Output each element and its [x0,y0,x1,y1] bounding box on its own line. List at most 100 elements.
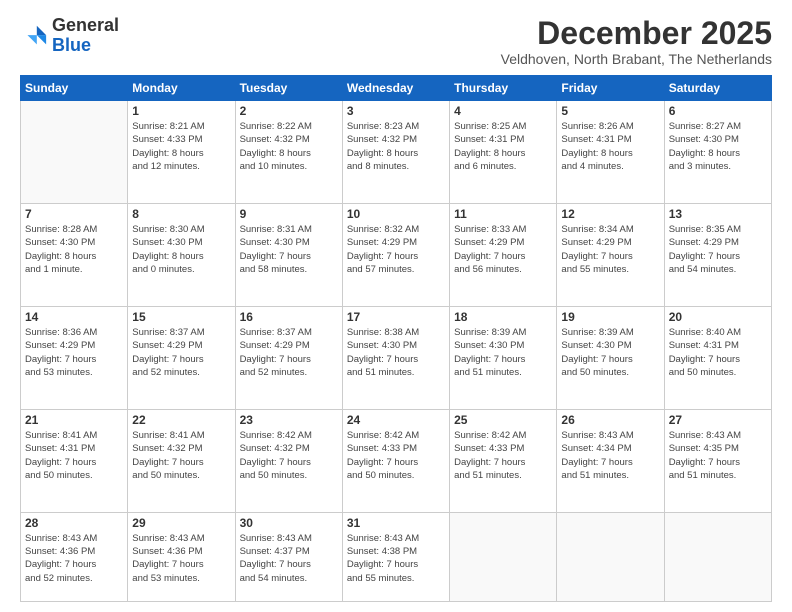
day-info: Sunrise: 8:30 AMSunset: 4:30 PMDaylight:… [132,223,230,276]
title-block: December 2025 Veldhoven, North Brabant, … [501,16,772,67]
day-cell: 22 Sunrise: 8:41 AMSunset: 4:32 PMDayligh… [128,409,235,512]
day-cell [21,101,128,204]
day-cell [557,512,664,601]
logo: General Blue [20,16,119,56]
day-cell: 30 Sunrise: 8:43 AMSunset: 4:37 PMDayligh… [235,512,342,601]
header-monday: Monday [128,76,235,101]
day-cell: 25Sunrise: 8:42 AMSunset: 4:33 PMDayligh… [450,409,557,512]
day-info: Sunrise: 8:40 AMSunset: 4:31 PMDaylight:… [669,326,767,379]
day-number: 17 [347,310,445,324]
day-cell: 10Sunrise: 8:32 AMSunset: 4:29 PMDayligh… [342,204,449,307]
day-number: 29 [132,516,230,530]
logo-icon [20,22,48,50]
day-info: Sunrise: 8:41 AMSunset: 4:31 PMDaylight:… [25,429,123,482]
day-cell: 3Sunrise: 8:23 AMSunset: 4:32 PMDaylight… [342,101,449,204]
day-number: 16 [240,310,338,324]
day-info: Sunrise: 8:42 AMSunset: 4:33 PMDaylight:… [347,429,445,482]
day-cell: 19 Sunrise: 8:39 AMSunset: 4:30 PMDayligh… [557,307,664,410]
day-info: Sunrise: 8:42 AMSunset: 4:33 PMDaylight:… [454,429,552,482]
day-cell: 17 Sunrise: 8:38 AMSunset: 4:30 PMDayligh… [342,307,449,410]
day-number: 11 [454,207,552,221]
day-info: Sunrise: 8:37 AMSunset: 4:29 PMDaylight:… [240,326,338,379]
month-title: December 2025 [501,16,772,51]
location: Veldhoven, North Brabant, The Netherland… [501,51,772,67]
day-cell: 4 Sunrise: 8:25 AMSunset: 4:31 PMDaylight… [450,101,557,204]
day-cell: 18 Sunrise: 8:39 AMSunset: 4:30 PMDayligh… [450,307,557,410]
day-number: 9 [240,207,338,221]
day-info: Sunrise: 8:43 AMSunset: 4:36 PMDaylight:… [25,532,123,585]
day-number: 19 [561,310,659,324]
day-number: 26 [561,413,659,427]
day-cell: 12 Sunrise: 8:34 AMSunset: 4:29 PMDayligh… [557,204,664,307]
day-cell: 15 Sunrise: 8:37 AMSunset: 4:29 PMDayligh… [128,307,235,410]
day-info: Sunrise: 8:22 AMSunset: 4:32 PMDaylight:… [240,120,338,173]
day-info: Sunrise: 8:34 AMSunset: 4:29 PMDaylight:… [561,223,659,276]
day-number: 27 [669,413,767,427]
day-info: Sunrise: 8:41 AMSunset: 4:32 PMDaylight:… [132,429,230,482]
day-number: 20 [669,310,767,324]
day-number: 8 [132,207,230,221]
day-cell [450,512,557,601]
day-cell: 2Sunrise: 8:22 AMSunset: 4:32 PMDaylight… [235,101,342,204]
day-number: 12 [561,207,659,221]
logo-general: General [52,15,119,35]
day-number: 21 [25,413,123,427]
day-number: 6 [669,104,767,118]
week-row-1: 7Sunrise: 8:28 AMSunset: 4:30 PMDaylight… [21,204,772,307]
day-info: Sunrise: 8:43 AMSunset: 4:38 PMDaylight:… [347,532,445,585]
calendar-table: Sunday Monday Tuesday Wednesday Thursday… [20,75,772,602]
day-number: 31 [347,516,445,530]
day-cell: 27Sunrise: 8:43 AMSunset: 4:35 PMDayligh… [664,409,771,512]
day-cell: 13Sunrise: 8:35 AMSunset: 4:29 PMDayligh… [664,204,771,307]
week-row-0: 1 Sunrise: 8:21 AMSunset: 4:33 PMDaylight… [21,101,772,204]
day-number: 23 [240,413,338,427]
day-info: Sunrise: 8:33 AMSunset: 4:29 PMDaylight:… [454,223,552,276]
day-cell: 7Sunrise: 8:28 AMSunset: 4:30 PMDaylight… [21,204,128,307]
header-thursday: Thursday [450,76,557,101]
day-cell: 9Sunrise: 8:31 AMSunset: 4:30 PMDaylight… [235,204,342,307]
week-row-3: 21 Sunrise: 8:41 AMSunset: 4:31 PMDayligh… [21,409,772,512]
day-number: 30 [240,516,338,530]
day-info: Sunrise: 8:39 AMSunset: 4:30 PMDaylight:… [561,326,659,379]
day-number: 22 [132,413,230,427]
day-cell: 5Sunrise: 8:26 AMSunset: 4:31 PMDaylight… [557,101,664,204]
day-info: Sunrise: 8:39 AMSunset: 4:30 PMDaylight:… [454,326,552,379]
header-tuesday: Tuesday [235,76,342,101]
day-cell: 28 Sunrise: 8:43 AMSunset: 4:36 PMDayligh… [21,512,128,601]
day-cell: 14Sunrise: 8:36 AMSunset: 4:29 PMDayligh… [21,307,128,410]
day-number: 10 [347,207,445,221]
day-info: Sunrise: 8:25 AMSunset: 4:31 PMDaylight:… [454,120,552,173]
day-info: Sunrise: 8:26 AMSunset: 4:31 PMDaylight:… [561,120,659,173]
logo-text: General Blue [52,16,119,56]
day-info: Sunrise: 8:27 AMSunset: 4:30 PMDaylight:… [669,120,767,173]
day-cell: 16 Sunrise: 8:37 AMSunset: 4:29 PMDayligh… [235,307,342,410]
day-info: Sunrise: 8:21 AMSunset: 4:33 PMDaylight:… [132,120,230,173]
day-info: Sunrise: 8:43 AMSunset: 4:36 PMDaylight:… [132,532,230,585]
day-number: 1 [132,104,230,118]
calendar-page: General Blue December 2025 Veldhoven, No… [0,0,792,612]
day-number: 28 [25,516,123,530]
day-cell: 29 Sunrise: 8:43 AMSunset: 4:36 PMDayligh… [128,512,235,601]
day-cell: 31 Sunrise: 8:43 AMSunset: 4:38 PMDayligh… [342,512,449,601]
header-wednesday: Wednesday [342,76,449,101]
day-cell: 8 Sunrise: 8:30 AMSunset: 4:30 PMDaylight… [128,204,235,307]
day-cell: 20 Sunrise: 8:40 AMSunset: 4:31 PMDayligh… [664,307,771,410]
week-row-4: 28 Sunrise: 8:43 AMSunset: 4:36 PMDayligh… [21,512,772,601]
day-cell: 6 Sunrise: 8:27 AMSunset: 4:30 PMDaylight… [664,101,771,204]
weekday-header-row: Sunday Monday Tuesday Wednesday Thursday… [21,76,772,101]
day-info: Sunrise: 8:43 AMSunset: 4:37 PMDaylight:… [240,532,338,585]
day-info: Sunrise: 8:38 AMSunset: 4:30 PMDaylight:… [347,326,445,379]
header-friday: Friday [557,76,664,101]
day-number: 15 [132,310,230,324]
header-saturday: Saturday [664,76,771,101]
day-number: 18 [454,310,552,324]
day-cell: 11 Sunrise: 8:33 AMSunset: 4:29 PMDayligh… [450,204,557,307]
logo-blue: Blue [52,35,91,55]
day-info: Sunrise: 8:37 AMSunset: 4:29 PMDaylight:… [132,326,230,379]
day-info: Sunrise: 8:28 AMSunset: 4:30 PMDaylight:… [25,223,123,276]
day-cell: 1 Sunrise: 8:21 AMSunset: 4:33 PMDaylight… [128,101,235,204]
day-number: 4 [454,104,552,118]
week-row-2: 14Sunrise: 8:36 AMSunset: 4:29 PMDayligh… [21,307,772,410]
day-cell: 24Sunrise: 8:42 AMSunset: 4:33 PMDayligh… [342,409,449,512]
day-number: 3 [347,104,445,118]
